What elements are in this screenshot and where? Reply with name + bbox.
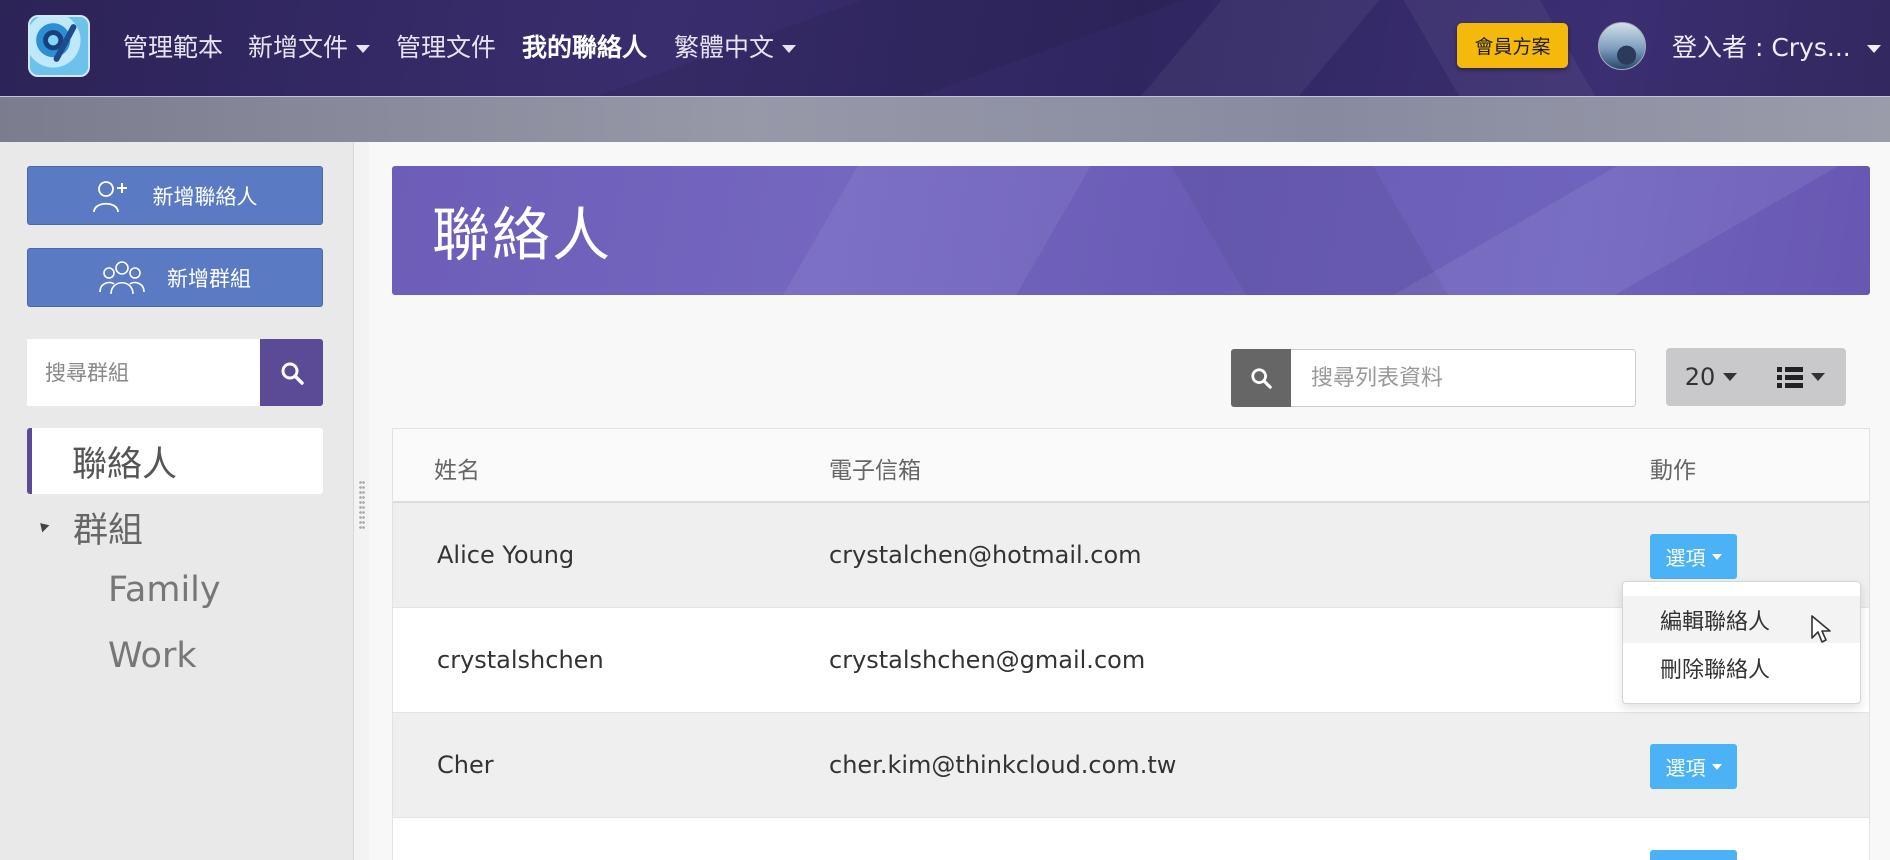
list-view-icon <box>1777 367 1803 388</box>
contact-name: crystalshchen <box>437 646 604 674</box>
caret-down-icon <box>1866 45 1881 53</box>
nav-label: 新增文件 <box>248 33 349 62</box>
list-search <box>1231 349 1636 407</box>
table-row[interactable] <box>393 818 1869 860</box>
list-search-input[interactable] <box>1291 349 1636 407</box>
column-header-email[interactable]: 電子信箱 <box>829 451 921 485</box>
menu-item-delete-contact[interactable]: 刪除聯絡人 <box>1623 644 1860 691</box>
list-controls: 20 <box>1666 348 1846 406</box>
add-contact-button[interactable]: 新增聯絡人 <box>27 166 323 225</box>
main-content: 聯絡人 20 姓名 電子信箱 動作 Alice Young <box>369 142 1890 860</box>
caret-down-icon <box>782 45 797 53</box>
nav-my-contacts[interactable]: 我的聯絡人 <box>522 28 647 64</box>
search-icon <box>1251 368 1272 389</box>
contact-email: crystalshchen@gmail.com <box>829 646 1146 674</box>
menu-item-label: 編輯聯絡人 <box>1660 609 1771 635</box>
tree-item-groups[interactable]: 群組 <box>73 502 143 553</box>
column-header-name[interactable]: 姓名 <box>434 451 480 485</box>
tree-expand-icon[interactable] <box>36 519 50 533</box>
tree-item-contacts[interactable]: 聯絡人 <box>27 428 323 494</box>
contact-email: cher.kim@thinkcloud.com.tw <box>829 751 1177 779</box>
drag-handle-icon[interactable] <box>359 480 365 530</box>
group-search-input[interactable] <box>27 339 260 406</box>
table-header: 姓名 電子信箱 動作 <box>393 429 1869 503</box>
menu-item-label: 刪除聯絡人 <box>1660 657 1771 683</box>
avatar[interactable] <box>1598 22 1646 70</box>
tree-item-family[interactable]: Family <box>108 570 221 610</box>
group-search <box>27 339 323 406</box>
nav-manage-templates[interactable]: 管理範本 <box>123 28 223 64</box>
mouse-cursor-icon <box>1811 615 1831 643</box>
options-button[interactable]: 選項 <box>1650 534 1737 579</box>
options-button[interactable] <box>1650 850 1737 860</box>
user-menu[interactable]: 登入者 : Crys... <box>1672 28 1881 64</box>
options-label: 選項 <box>1665 546 1706 570</box>
search-icon <box>281 362 304 385</box>
nav-new-document[interactable]: 新增文件 <box>248 28 371 64</box>
membership-plan-button[interactable]: 會員方案 <box>1457 23 1568 68</box>
caret-down-icon <box>1711 553 1722 560</box>
view-mode-select[interactable] <box>1756 348 1846 406</box>
tree-item-work[interactable]: Work <box>108 636 197 676</box>
page-title: 聯絡人 <box>432 201 613 269</box>
contact-email: crystalchen@hotmail.com <box>829 541 1142 569</box>
caret-down-icon <box>1723 373 1738 381</box>
sub-header-band <box>0 97 1890 142</box>
caret-down-icon <box>1711 763 1722 770</box>
plan-button-label: 會員方案 <box>1474 36 1551 58</box>
contact-name: Cher <box>437 751 494 779</box>
tree-item-label: Family <box>108 570 221 610</box>
nav-language[interactable]: 繁體中文 <box>674 28 797 64</box>
page-size-value: 20 <box>1684 363 1716 391</box>
group-search-button[interactable] <box>260 339 323 406</box>
group-icon <box>99 260 145 294</box>
add-contact-label: 新增聯絡人 <box>152 184 258 209</box>
caret-down-icon <box>356 45 371 53</box>
nav-manage-documents[interactable]: 管理文件 <box>396 28 496 64</box>
list-search-button[interactable] <box>1231 349 1291 407</box>
tree-item-label: Work <box>108 636 197 676</box>
page-size-select[interactable]: 20 <box>1666 348 1756 406</box>
nav-label: 管理範本 <box>123 33 224 62</box>
options-label: 選項 <box>1665 756 1706 780</box>
add-group-button[interactable]: 新增群組 <box>27 248 323 307</box>
column-header-action: 動作 <box>1650 458 1696 484</box>
page-banner: 聯絡人 <box>392 166 1870 295</box>
nav-label: 繁體中文 <box>674 33 775 62</box>
add-group-label: 新增群組 <box>167 266 251 291</box>
table-row[interactable]: Cher cher.kim@thinkcloud.com.tw 選項 <box>393 713 1869 818</box>
options-button[interactable]: 選項 <box>1650 744 1737 789</box>
caret-down-icon <box>1811 373 1825 381</box>
sidebar: 新增聯絡人 新增群組 聯絡人 群組 Family Work <box>0 142 353 860</box>
nav-label: 管理文件 <box>396 33 497 62</box>
tree-item-label: 群組 <box>73 511 144 551</box>
sidebar-splitter[interactable] <box>353 142 369 860</box>
top-navbar: 管理範本 新增文件 管理文件 我的聯絡人 繁體中文 會員方案 登入者 : Cry… <box>0 0 1890 97</box>
user-label: 登入者 : Crys... <box>1672 33 1851 62</box>
nav-label: 我的聯絡人 <box>522 33 648 62</box>
add-user-icon <box>92 180 127 212</box>
tree-item-label: 聯絡人 <box>72 444 178 485</box>
contact-name: Alice Young <box>437 541 575 569</box>
